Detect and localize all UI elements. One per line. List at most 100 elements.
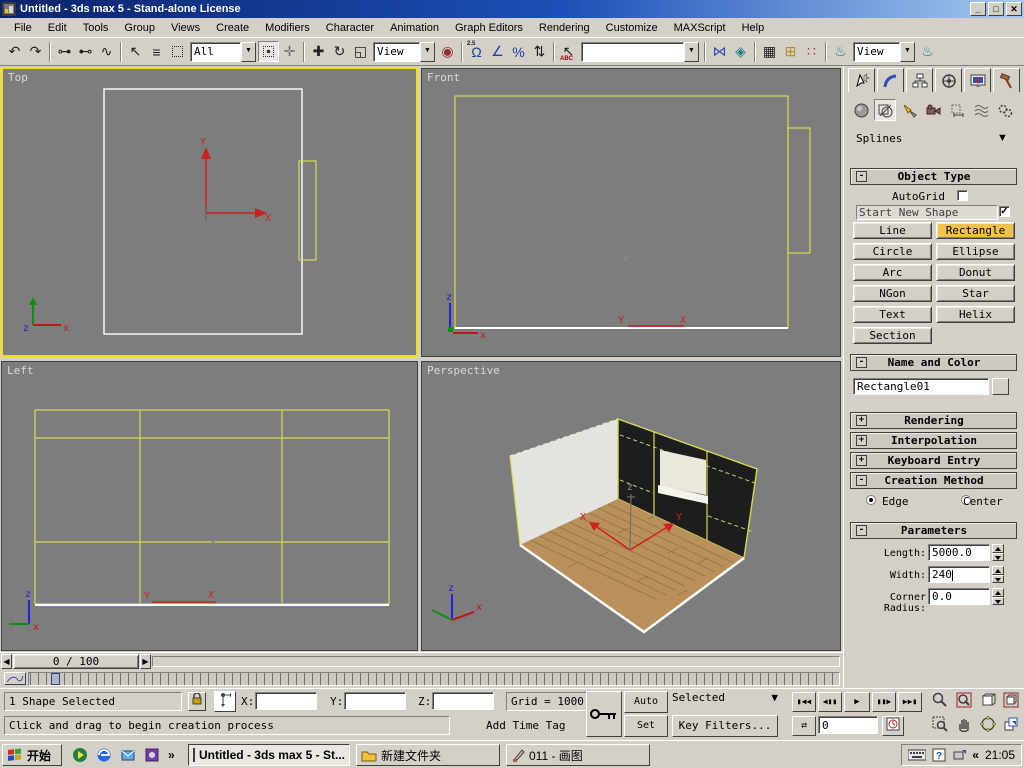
category-helpers-icon[interactable] <box>946 99 968 121</box>
category-lights-icon[interactable] <box>898 99 920 121</box>
current-frame-field[interactable]: 0 <box>818 716 878 734</box>
maximize-button[interactable]: □ <box>988 2 1004 16</box>
object-type-text-button[interactable]: Text <box>853 306 932 323</box>
close-button[interactable]: ✕ <box>1006 2 1022 16</box>
selection-lock-icon[interactable] <box>188 692 206 711</box>
category-geometry-icon[interactable] <box>850 99 872 121</box>
internet-explorer-icon[interactable] <box>94 745 114 765</box>
time-configuration-icon[interactable] <box>882 716 904 736</box>
shape-category-dropdown[interactable]: Splines ▼ <box>856 132 1014 153</box>
redo-icon[interactable]: ↷ <box>25 41 46 62</box>
go-to-start-icon[interactable]: ▮◀◀ <box>792 692 816 712</box>
spinner-snap-icon[interactable]: ⇅ <box>529 41 550 62</box>
object-type-arc-button[interactable]: Arc <box>853 264 932 281</box>
object-type-rectangle-button[interactable]: Rectangle <box>936 222 1015 239</box>
menu-character[interactable]: Character <box>318 20 382 36</box>
unlink-selection-icon[interactable]: ⊷ <box>75 41 96 62</box>
next-frame-arrow-icon[interactable]: ▶ <box>140 654 151 669</box>
reference-coordinate-dropdown[interactable]: View ▼ <box>373 42 435 62</box>
arc-rotate-icon[interactable] <box>976 716 1000 736</box>
category-shapes-icon[interactable] <box>874 99 896 121</box>
render-type-dropdown[interactable]: View ▼ <box>853 42 915 62</box>
mirror-icon[interactable]: ⋈ <box>709 41 730 62</box>
menu-edit[interactable]: Edit <box>40 20 75 36</box>
use-pivot-center-icon[interactable]: ◉ <box>437 41 458 62</box>
expand-icon[interactable]: + <box>856 455 867 466</box>
select-and-scale-icon[interactable]: ◱ <box>350 41 371 62</box>
next-frame-icon[interactable]: ▮▮▶ <box>872 692 896 712</box>
go-to-end-icon[interactable]: ▶▶▮ <box>898 692 922 712</box>
min-max-toggle-icon[interactable] <box>1000 716 1022 736</box>
start-button[interactable]: 开始 <box>2 744 62 766</box>
object-type-star-button[interactable]: Star <box>936 285 1015 302</box>
menu-group[interactable]: Group <box>116 20 163 36</box>
object-type-ellipse-button[interactable]: Ellipse <box>936 243 1015 260</box>
chevron-down-icon[interactable]: ▼ <box>420 42 435 62</box>
media-player-icon[interactable] <box>70 745 90 765</box>
object-color-swatch[interactable] <box>992 378 1009 395</box>
collapse-icon[interactable]: - <box>856 171 867 182</box>
selection-filter-dropdown[interactable]: All ▼ <box>190 42 256 62</box>
track-bar-ticks[interactable] <box>28 672 840 686</box>
viewport-front-label[interactable]: Front <box>427 71 460 84</box>
absolute-offset-toggle-icon[interactable] <box>214 691 236 712</box>
tab-motion[interactable] <box>935 68 962 92</box>
select-and-rotate-icon[interactable]: ↻ <box>329 41 350 62</box>
minimize-button[interactable]: _ <box>970 2 986 16</box>
select-object-icon[interactable]: ↖ <box>125 41 146 62</box>
window-crossing-toggle-icon[interactable] <box>258 41 279 62</box>
taskbar-task-folder[interactable]: 新建文件夹 <box>356 744 500 766</box>
previous-frame-arrow-icon[interactable]: ◀ <box>1 654 12 669</box>
rollout-parameters[interactable]: - Parameters <box>850 522 1017 539</box>
viewport-perspective[interactable]: Perspective <box>421 361 841 651</box>
mini-curve-editor-icon[interactable] <box>4 672 26 685</box>
menu-animation[interactable]: Animation <box>382 20 447 36</box>
help-tray-icon[interactable]: ? <box>932 748 946 762</box>
tab-create[interactable] <box>848 68 875 92</box>
select-and-manipulate-icon[interactable]: ✛ <box>279 41 300 62</box>
corner-radius-field[interactable]: 0.0 <box>928 588 990 605</box>
collapse-icon[interactable]: - <box>856 475 867 486</box>
chevron-down-icon[interactable]: ▼ <box>241 42 256 62</box>
start-new-shape-button[interactable]: Start New Shape <box>856 205 998 220</box>
select-by-name-icon[interactable]: ≡ <box>146 41 167 62</box>
tab-utilities[interactable] <box>993 68 1020 92</box>
set-keys-button[interactable] <box>586 691 622 737</box>
category-systems-icon[interactable] <box>994 99 1016 121</box>
time-slider-track[interactable] <box>152 656 840 667</box>
object-type-helix-button[interactable]: Helix <box>936 306 1015 323</box>
play-animation-icon[interactable]: ▶ <box>844 692 870 712</box>
menu-tools[interactable]: Tools <box>75 20 117 36</box>
tray-collapse-chevron[interactable]: « <box>972 748 979 762</box>
z-coordinate-field[interactable] <box>432 692 494 710</box>
menu-file[interactable]: File <box>6 20 40 36</box>
rollout-rendering[interactable]: + Rendering <box>850 412 1017 429</box>
viewport-perspective-label[interactable]: Perspective <box>427 364 500 377</box>
angle-snap-icon[interactable]: ∠ <box>487 41 508 62</box>
x-coordinate-field[interactable] <box>255 692 317 710</box>
zoom-extents-icon[interactable] <box>976 692 1000 712</box>
rollout-object-type[interactable]: - Object Type <box>850 168 1017 185</box>
tab-modify[interactable] <box>877 68 904 92</box>
schematic-view-icon[interactable]: ⊞ <box>780 41 801 62</box>
autogrid-checkbox[interactable] <box>957 190 968 201</box>
add-time-tag[interactable]: Add Time Tag <box>486 719 565 732</box>
curve-editor-icon[interactable]: ▦ <box>759 41 780 62</box>
viewport-front[interactable]: Front z Y X z x <box>421 68 841 357</box>
auto-key-button[interactable]: Auto Key <box>624 691 668 713</box>
expand-icon[interactable]: + <box>856 435 867 446</box>
width-field[interactable]: 240 <box>928 566 990 583</box>
object-type-line-button[interactable]: Line <box>853 222 932 239</box>
creation-method-edge-radio[interactable] <box>866 495 876 505</box>
previous-frame-icon[interactable]: ◀▮▮ <box>818 692 842 712</box>
menu-help[interactable]: Help <box>734 20 773 36</box>
rollout-creation-method[interactable]: - Creation Method <box>850 472 1017 489</box>
undo-icon[interactable]: ↶ <box>4 41 25 62</box>
menu-modifiers[interactable]: Modifiers <box>257 20 318 36</box>
chevron-down-icon[interactable]: ▼ <box>771 691 778 713</box>
y-coordinate-field[interactable] <box>344 692 406 710</box>
menu-maxscript[interactable]: MAXScript <box>666 20 734 36</box>
object-type-section-button[interactable]: Section <box>853 327 932 344</box>
key-filters-button[interactable]: Key Filters... <box>672 715 778 737</box>
keyboard-tray-icon[interactable] <box>908 749 926 761</box>
